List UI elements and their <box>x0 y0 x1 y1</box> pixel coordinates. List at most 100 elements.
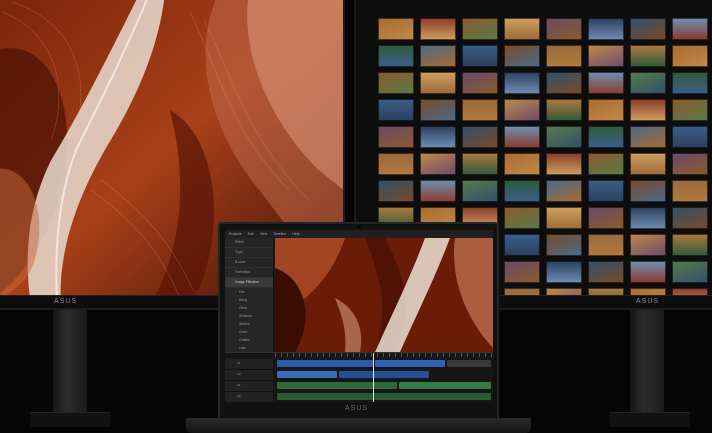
photo-thumbnail[interactable] <box>546 153 582 175</box>
photo-thumbnail[interactable] <box>420 72 456 94</box>
effect-item-type[interactable]: Type <box>225 248 273 258</box>
photo-thumbnail[interactable] <box>672 126 708 148</box>
photo-thumbnail[interactable] <box>672 207 708 229</box>
photo-thumbnail[interactable] <box>630 180 666 202</box>
photo-thumbnail[interactable] <box>504 45 540 67</box>
photo-thumbnail[interactable] <box>546 180 582 202</box>
photo-thumbnail[interactable] <box>588 72 624 94</box>
photo-thumbnail[interactable] <box>462 126 498 148</box>
photo-thumbnail[interactable] <box>462 153 498 175</box>
photo-thumbnail[interactable] <box>546 72 582 94</box>
photo-thumbnail[interactable] <box>546 261 582 283</box>
timeline-clip[interactable] <box>277 382 397 389</box>
photo-thumbnail[interactable] <box>672 153 708 175</box>
photo-thumbnail[interactable] <box>504 153 540 175</box>
photo-thumbnail[interactable] <box>504 180 540 202</box>
photo-thumbnail[interactable] <box>588 153 624 175</box>
photo-thumbnail[interactable] <box>672 72 708 94</box>
filter-glow[interactable]: Glow <box>225 304 273 312</box>
photo-thumbnail[interactable] <box>378 126 414 148</box>
photo-thumbnail[interactable] <box>588 99 624 121</box>
timeline-clip[interactable] <box>339 371 429 378</box>
photo-thumbnail[interactable] <box>630 261 666 283</box>
photo-thumbnail[interactable] <box>672 234 708 256</box>
effect-item-transition[interactable]: Transition <box>225 268 273 278</box>
photo-thumbnail[interactable] <box>378 99 414 121</box>
timeline-ruler[interactable] <box>275 353 493 357</box>
photo-thumbnail[interactable] <box>546 18 582 40</box>
timeline[interactable]: V1 V2 A1 A2 <box>225 352 493 402</box>
photo-thumbnail[interactable] <box>630 72 666 94</box>
photo-thumbnail[interactable] <box>420 99 456 121</box>
timeline-clip[interactable] <box>277 393 491 400</box>
track-header-a2[interactable]: A2 <box>225 392 273 402</box>
photo-thumbnail[interactable] <box>588 261 624 283</box>
photo-thumbnail[interactable] <box>462 45 498 67</box>
timeline-clip[interactable] <box>375 360 445 367</box>
photo-thumbnail[interactable] <box>378 72 414 94</box>
menu-timeline[interactable]: Timeline <box>273 230 286 238</box>
photo-thumbnail[interactable] <box>588 45 624 67</box>
photo-thumbnail[interactable] <box>504 18 540 40</box>
menu-edit[interactable]: Edit <box>248 230 254 238</box>
effect-item-image-filtration[interactable]: Image Filtration <box>225 278 273 288</box>
photo-thumbnail[interactable] <box>546 234 582 256</box>
photo-thumbnail[interactable] <box>504 261 540 283</box>
photo-thumbnail[interactable] <box>630 99 666 121</box>
filter-bling[interactable]: Bling <box>225 296 273 304</box>
filter-fan[interactable]: Fan <box>225 288 273 296</box>
photo-thumbnail[interactable] <box>630 18 666 40</box>
photo-thumbnail[interactable] <box>378 153 414 175</box>
photo-thumbnail[interactable] <box>672 45 708 67</box>
video-preview[interactable] <box>275 238 493 352</box>
filter-color[interactable]: Color <box>225 328 273 336</box>
filter-outline[interactable]: Outline <box>225 336 273 344</box>
photo-thumbnail[interactable] <box>588 207 624 229</box>
photo-thumbnail[interactable] <box>546 99 582 121</box>
effect-item-bline[interactable]: B-Line <box>225 258 273 268</box>
timeline-clip[interactable] <box>399 382 491 389</box>
track-header-v1[interactable]: V1 <box>225 359 273 370</box>
photo-thumbnail[interactable] <box>420 18 456 40</box>
menu-view[interactable]: View <box>260 230 268 238</box>
photo-thumbnail[interactable] <box>462 18 498 40</box>
photo-thumbnail[interactable] <box>504 99 540 121</box>
photo-thumbnail[interactable] <box>672 99 708 121</box>
photo-thumbnail[interactable] <box>588 126 624 148</box>
photo-thumbnail[interactable] <box>630 45 666 67</box>
photo-thumbnail[interactable] <box>462 72 498 94</box>
effect-item-effect[interactable]: Effect <box>225 238 273 248</box>
track-header-v2[interactable]: V2 <box>225 370 273 381</box>
playhead[interactable] <box>373 353 375 402</box>
photo-thumbnail[interactable] <box>420 45 456 67</box>
timeline-clip[interactable] <box>277 360 373 367</box>
photo-thumbnail[interactable] <box>378 180 414 202</box>
photo-thumbnail[interactable] <box>630 234 666 256</box>
photo-thumbnail[interactable] <box>504 72 540 94</box>
photo-thumbnail[interactable] <box>546 45 582 67</box>
photo-thumbnail[interactable] <box>546 207 582 229</box>
photo-thumbnail[interactable] <box>462 99 498 121</box>
photo-thumbnail[interactable] <box>588 234 624 256</box>
filter-sketch[interactable]: Sketch <box>225 320 273 328</box>
track-header-a1[interactable]: A1 <box>225 381 273 392</box>
photo-thumbnail[interactable] <box>504 234 540 256</box>
photo-thumbnail[interactable] <box>462 180 498 202</box>
photo-thumbnail[interactable] <box>378 45 414 67</box>
filter-shadow[interactable]: Shadow <box>225 312 273 320</box>
photo-thumbnail[interactable] <box>546 126 582 148</box>
photo-thumbnail[interactable] <box>630 126 666 148</box>
menu-projects[interactable]: Projects <box>229 230 242 238</box>
photo-thumbnail[interactable] <box>588 180 624 202</box>
photo-thumbnail[interactable] <box>672 180 708 202</box>
filter-line[interactable]: Line <box>225 344 273 352</box>
photo-thumbnail[interactable] <box>672 261 708 283</box>
photo-thumbnail[interactable] <box>420 126 456 148</box>
photo-thumbnail[interactable] <box>378 18 414 40</box>
timeline-clip[interactable] <box>447 360 491 367</box>
photo-thumbnail[interactable] <box>672 18 708 40</box>
photo-thumbnail[interactable] <box>630 207 666 229</box>
photo-thumbnail[interactable] <box>420 180 456 202</box>
photo-thumbnail[interactable] <box>630 153 666 175</box>
photo-thumbnail[interactable] <box>420 153 456 175</box>
